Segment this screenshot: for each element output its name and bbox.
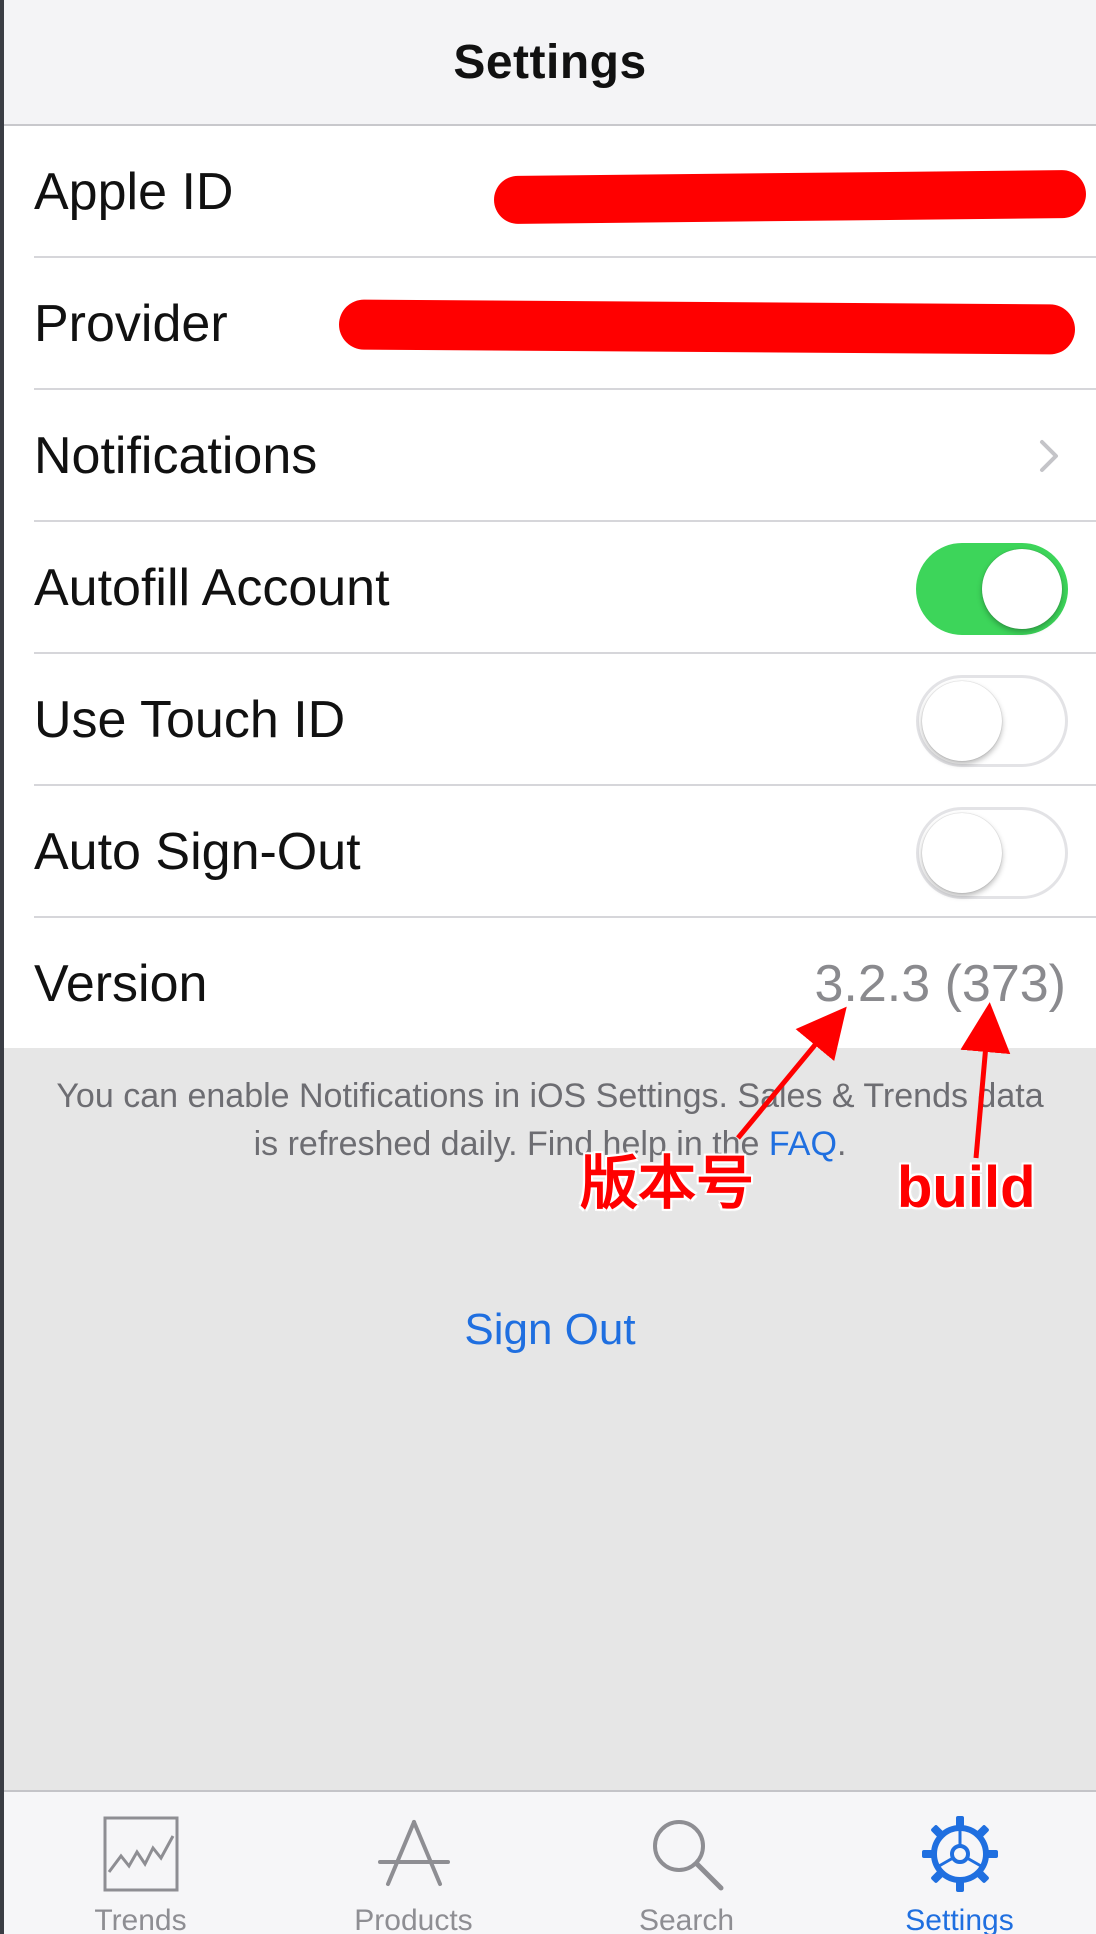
touch-id-toggle[interactable] xyxy=(916,675,1068,767)
touch-id-label: Use Touch ID xyxy=(34,691,346,749)
tab-products[interactable]: Products xyxy=(277,1792,550,1934)
toggle-knob xyxy=(982,549,1062,629)
tab-trends[interactable]: Trends xyxy=(4,1792,277,1934)
tab-search-label: Search xyxy=(638,1904,735,1934)
auto-sign-out-toggle[interactable] xyxy=(916,807,1068,899)
build-annotation: build xyxy=(897,1155,1036,1220)
app-screen: Settings Apple ID Provider Notifications… xyxy=(0,0,1096,1934)
tab-bar: Trends Products Search Settings xyxy=(4,1790,1096,1934)
toggle-knob xyxy=(922,813,1002,893)
row-apple-id: Apple ID xyxy=(4,126,1096,258)
autofill-account-toggle[interactable] xyxy=(916,543,1068,635)
tab-trends-label: Trends xyxy=(94,1904,187,1934)
row-autofill-account: Autofill Account xyxy=(4,522,1096,654)
row-notifications[interactable]: Notifications xyxy=(4,390,1096,522)
chevron-right-icon xyxy=(1040,440,1058,472)
faq-link[interactable]: FAQ xyxy=(769,1125,837,1163)
autofill-account-label: Autofill Account xyxy=(34,559,390,617)
auto-sign-out-label: Auto Sign-Out xyxy=(34,823,361,881)
navigation-bar: Settings xyxy=(4,0,1096,126)
redaction-mark xyxy=(338,299,1076,355)
provider-label: Provider xyxy=(34,295,228,353)
tab-settings[interactable]: Settings xyxy=(823,1792,1096,1934)
version-number-annotation: 版本号 xyxy=(580,1151,755,1216)
app-store-icon xyxy=(377,1820,450,1886)
row-provider: Provider xyxy=(4,258,1096,390)
footer-period: . xyxy=(836,1125,847,1163)
tab-search[interactable]: Search xyxy=(550,1792,823,1934)
footer-line-1: You can enable Notifications in iOS Sett… xyxy=(56,1077,1044,1115)
tab-settings-label: Settings xyxy=(905,1904,1014,1934)
toggle-knob xyxy=(922,681,1002,761)
row-auto-sign-out: Auto Sign-Out xyxy=(4,786,1096,918)
notifications-label: Notifications xyxy=(34,427,318,485)
redaction-mark xyxy=(493,169,1087,225)
trends-chart-icon xyxy=(103,1816,178,1892)
gear-icon xyxy=(921,1816,998,1892)
tab-products-label: Products xyxy=(354,1904,473,1934)
apple-id-label: Apple ID xyxy=(34,163,234,221)
sign-out-button[interactable]: Sign Out xyxy=(4,1305,1096,1355)
search-icon xyxy=(652,1820,723,1891)
row-use-touch-id: Use Touch ID xyxy=(4,654,1096,786)
row-version: Version 3.2.3 (373) xyxy=(4,918,1096,1050)
version-label: Version xyxy=(34,955,208,1013)
settings-list: Apple ID Provider Notifications Autofill… xyxy=(4,126,1096,1048)
version-value: 3.2.3 (373) xyxy=(814,955,1067,1013)
page-title: Settings xyxy=(453,35,647,89)
